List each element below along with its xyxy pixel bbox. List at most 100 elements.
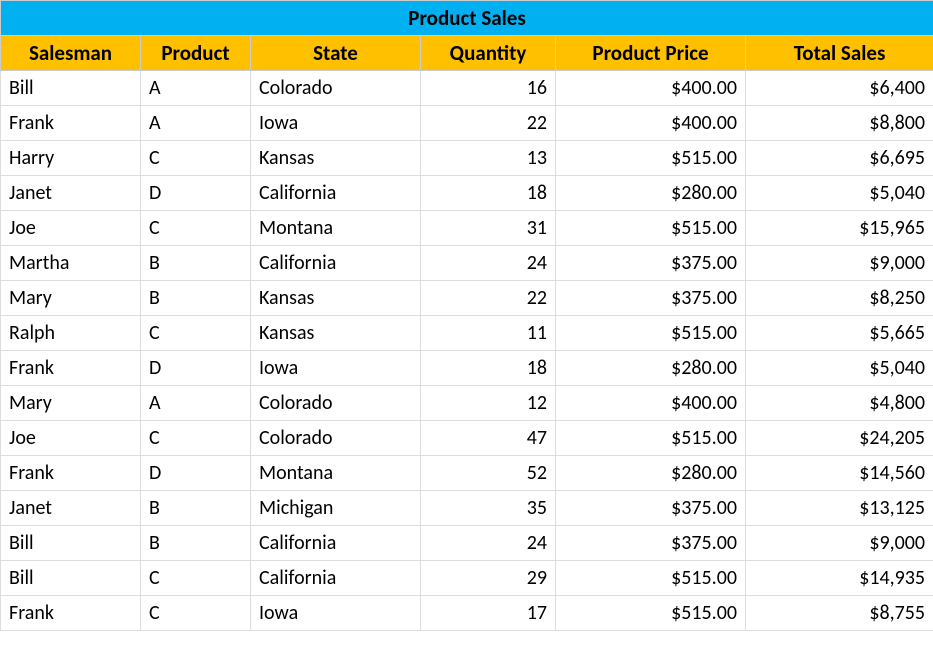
cell-product: A	[141, 71, 251, 106]
cell-price: $375.00	[556, 281, 746, 316]
cell-state: Iowa	[251, 106, 421, 141]
table-row: MaryBKansas22$375.00$8,250	[1, 281, 933, 316]
cell-product: C	[141, 421, 251, 456]
cell-salesman: Janet	[1, 491, 141, 526]
cell-product: A	[141, 106, 251, 141]
cell-price: $400.00	[556, 386, 746, 421]
cell-salesman: Janet	[1, 176, 141, 211]
cell-salesman: Bill	[1, 526, 141, 561]
cell-quantity: 22	[421, 281, 556, 316]
cell-state: California	[251, 246, 421, 281]
cell-product: C	[141, 316, 251, 351]
cell-price: $515.00	[556, 421, 746, 456]
cell-product: C	[141, 561, 251, 596]
cell-total: $4,800	[746, 386, 933, 421]
cell-product: D	[141, 351, 251, 386]
table-row: BillBCalifornia24$375.00$9,000	[1, 526, 933, 561]
cell-salesman: Bill	[1, 71, 141, 106]
cell-price: $375.00	[556, 246, 746, 281]
table-row: BillAColorado16$400.00$6,400	[1, 71, 933, 106]
cell-state: Colorado	[251, 71, 421, 106]
cell-product: C	[141, 211, 251, 246]
table-row: JanetDCalifornia18$280.00$5,040	[1, 176, 933, 211]
cell-product: B	[141, 491, 251, 526]
cell-price: $375.00	[556, 526, 746, 561]
cell-salesman: Frank	[1, 106, 141, 141]
cell-product: A	[141, 386, 251, 421]
cell-state: Montana	[251, 456, 421, 491]
cell-product: B	[141, 246, 251, 281]
cell-salesman: Joe	[1, 211, 141, 246]
header-quantity: Quantity	[421, 36, 556, 71]
cell-salesman: Mary	[1, 281, 141, 316]
cell-state: Montana	[251, 211, 421, 246]
cell-price: $280.00	[556, 351, 746, 386]
table-body: BillAColorado16$400.00$6,400FrankAIowa22…	[1, 71, 933, 631]
cell-product: C	[141, 596, 251, 631]
cell-quantity: 24	[421, 526, 556, 561]
cell-quantity: 31	[421, 211, 556, 246]
cell-state: California	[251, 176, 421, 211]
table-row: BillCCalifornia29$515.00$14,935	[1, 561, 933, 596]
cell-price: $280.00	[556, 456, 746, 491]
cell-quantity: 22	[421, 106, 556, 141]
table-row: FrankDMontana52$280.00$14,560	[1, 456, 933, 491]
product-sales-table-container: Product Sales Salesman Product State Qua…	[0, 0, 933, 631]
cell-quantity: 18	[421, 176, 556, 211]
cell-total: $15,965	[746, 211, 933, 246]
cell-salesman: Harry	[1, 141, 141, 176]
cell-salesman: Frank	[1, 596, 141, 631]
cell-product: D	[141, 456, 251, 491]
cell-quantity: 47	[421, 421, 556, 456]
table-row: JoeCMontana31$515.00$15,965	[1, 211, 933, 246]
header-total: Total Sales	[746, 36, 933, 71]
table-row: MaryAColorado12$400.00$4,800	[1, 386, 933, 421]
cell-total: $8,800	[746, 106, 933, 141]
cell-price: $280.00	[556, 176, 746, 211]
cell-product: B	[141, 281, 251, 316]
cell-state: Kansas	[251, 281, 421, 316]
cell-total: $8,755	[746, 596, 933, 631]
cell-product: B	[141, 526, 251, 561]
product-sales-table: Product Sales Salesman Product State Qua…	[0, 0, 933, 631]
cell-price: $515.00	[556, 561, 746, 596]
cell-total: $5,665	[746, 316, 933, 351]
cell-quantity: 16	[421, 71, 556, 106]
cell-price: $515.00	[556, 141, 746, 176]
cell-total: $6,400	[746, 71, 933, 106]
cell-product: C	[141, 141, 251, 176]
cell-total: $13,125	[746, 491, 933, 526]
cell-quantity: 18	[421, 351, 556, 386]
table-row: FrankAIowa22$400.00$8,800	[1, 106, 933, 141]
cell-total: $24,205	[746, 421, 933, 456]
cell-quantity: 13	[421, 141, 556, 176]
cell-state: Iowa	[251, 351, 421, 386]
cell-price: $515.00	[556, 596, 746, 631]
cell-salesman: Joe	[1, 421, 141, 456]
cell-state: Michigan	[251, 491, 421, 526]
cell-price: $515.00	[556, 316, 746, 351]
cell-state: Kansas	[251, 141, 421, 176]
table-row: FrankCIowa17$515.00$8,755	[1, 596, 933, 631]
cell-quantity: 17	[421, 596, 556, 631]
cell-price: $375.00	[556, 491, 746, 526]
cell-quantity: 11	[421, 316, 556, 351]
cell-state: California	[251, 526, 421, 561]
cell-product: D	[141, 176, 251, 211]
header-state: State	[251, 36, 421, 71]
cell-salesman: Mary	[1, 386, 141, 421]
cell-total: $5,040	[746, 176, 933, 211]
cell-total: $14,935	[746, 561, 933, 596]
table-row: MarthaBCalifornia24$375.00$9,000	[1, 246, 933, 281]
cell-salesman: Bill	[1, 561, 141, 596]
cell-total: $9,000	[746, 526, 933, 561]
cell-total: $6,695	[746, 141, 933, 176]
cell-price: $400.00	[556, 71, 746, 106]
cell-quantity: 52	[421, 456, 556, 491]
cell-total: $9,000	[746, 246, 933, 281]
cell-total: $5,040	[746, 351, 933, 386]
cell-state: Colorado	[251, 386, 421, 421]
header-salesman: Salesman	[1, 36, 141, 71]
cell-quantity: 24	[421, 246, 556, 281]
table-title-row: Product Sales	[1, 1, 933, 36]
